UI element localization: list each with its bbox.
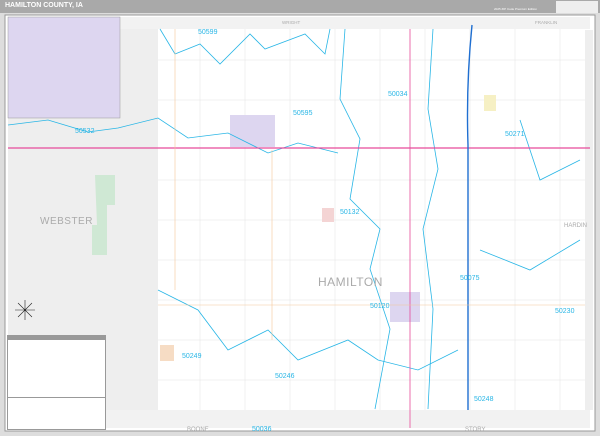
county-label-franklin: FRANKLIN — [535, 20, 557, 25]
county-label-boone: BOONE — [187, 427, 209, 433]
zip-label: 50248 — [474, 396, 494, 403]
county-label-hamilton: HAMILTON — [318, 275, 383, 289]
webster-city-area — [230, 115, 275, 147]
jewell-city-area — [390, 292, 420, 322]
zip-label: 50230 — [555, 308, 575, 315]
city-inset-map[interactable] — [7, 16, 121, 119]
county-label-webster: WEBSTER — [40, 216, 93, 227]
zip-code-table — [7, 397, 106, 430]
zip-label: 50034 — [388, 91, 408, 98]
hardin-county-area — [585, 30, 593, 410]
county-label-wright: WRIGHT — [282, 20, 300, 25]
compass-rose-icon — [15, 300, 35, 320]
zip-label: 50249 — [182, 353, 202, 360]
zip-label: 50271 — [505, 131, 525, 138]
zip-label: 50132 — [340, 209, 360, 216]
zip-label: 50532 — [75, 128, 95, 135]
zip-label: 50036 — [252, 426, 272, 433]
town-area — [322, 208, 334, 222]
town-area — [484, 95, 496, 111]
zip-label: 50595 — [293, 110, 313, 117]
town-area — [160, 345, 174, 361]
zip-label: 50599 — [198, 29, 218, 36]
zip-label: 50246 — [275, 373, 295, 380]
county-label-story: STORY — [465, 427, 485, 433]
county-label-hardin: HARDIN — [564, 223, 587, 229]
zip-label: 50075 — [460, 275, 480, 282]
zip-label: 50120 — [370, 303, 390, 310]
